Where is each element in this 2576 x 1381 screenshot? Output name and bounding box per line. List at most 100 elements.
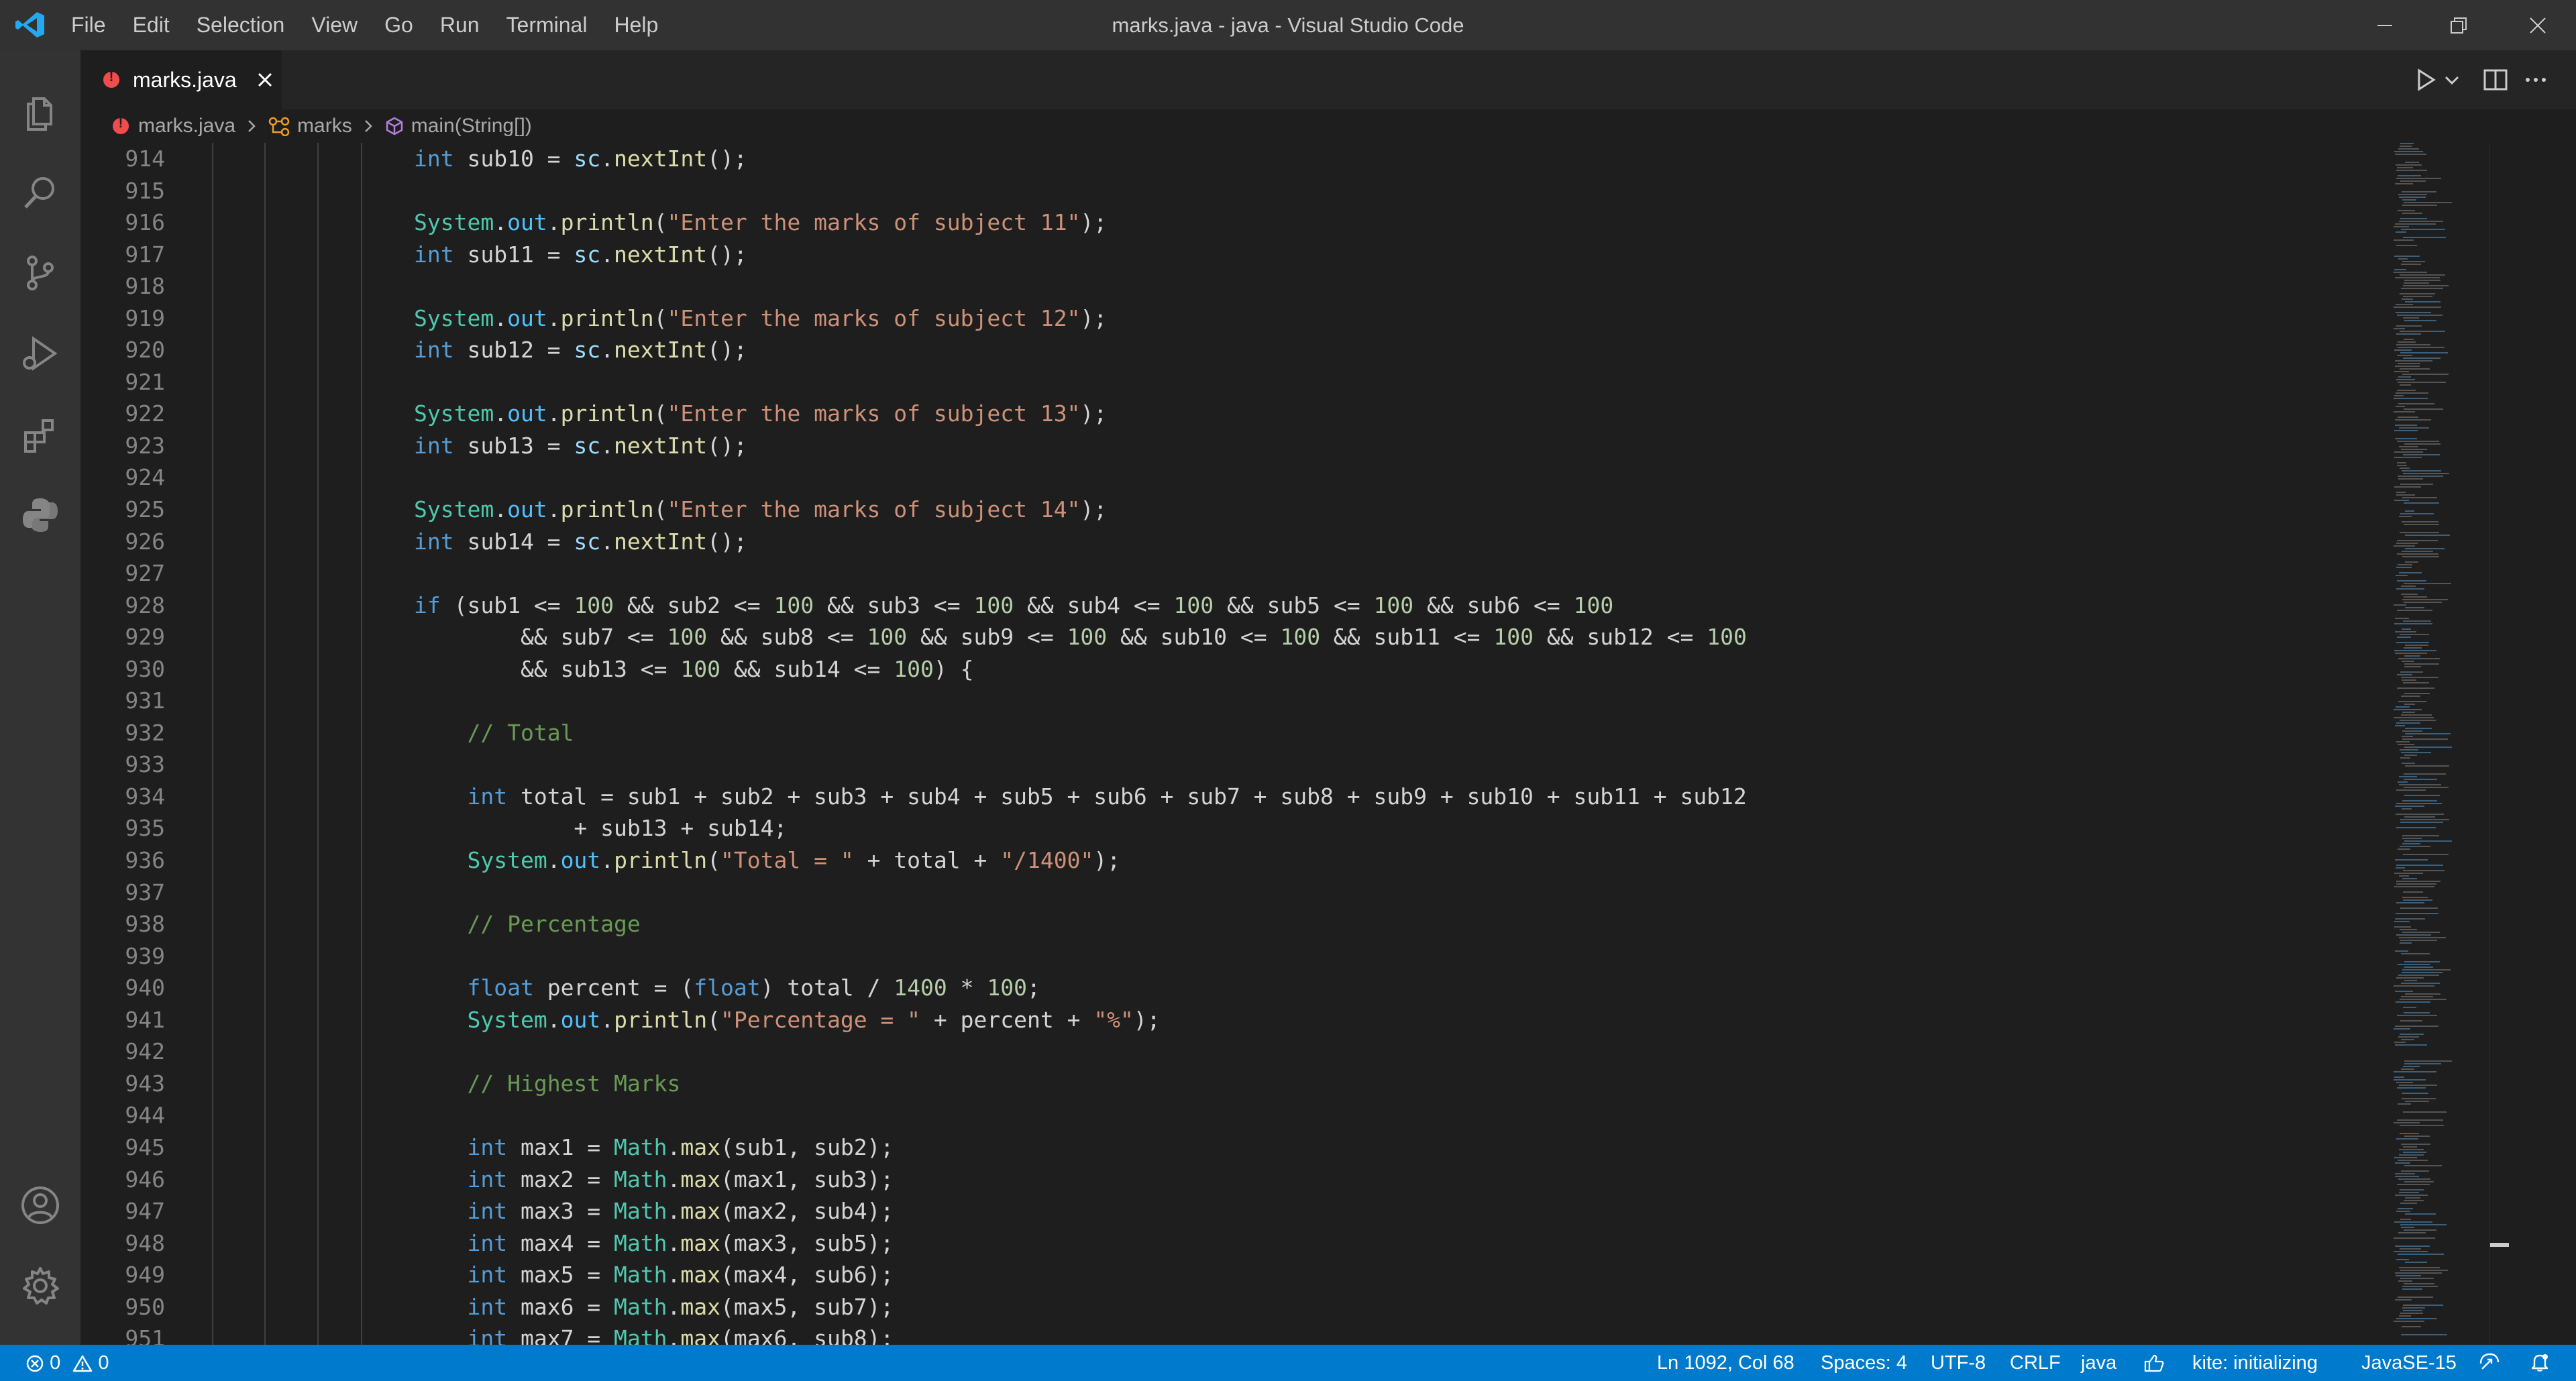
code-editor[interactable]: 914 int sub10 = sc.nextInt(); 915 916 System… bbox=[80, 143, 2469, 1345]
menu-file[interactable]: File bbox=[71, 0, 106, 50]
breadcrumb-class[interactable]: marks bbox=[268, 115, 352, 137]
split-editor-icon[interactable] bbox=[2478, 62, 2513, 97]
close-tab-icon[interactable] bbox=[253, 68, 277, 92]
code-line[interactable]: 932 // Total bbox=[80, 717, 2388, 749]
run-code-icon[interactable] bbox=[2408, 62, 2443, 97]
code-line[interactable]: 931 bbox=[80, 685, 2388, 717]
code-line[interactable]: 937 bbox=[80, 877, 2388, 909]
line-content[interactable]: && sub13 <= 100 && sub14 <= 100) { bbox=[414, 653, 974, 685]
line-number[interactable]: 917 bbox=[80, 239, 165, 271]
run-debug-icon[interactable] bbox=[19, 332, 62, 375]
line-number[interactable]: 935 bbox=[80, 812, 165, 844]
menu-view[interactable]: View bbox=[311, 0, 358, 50]
explorer-icon[interactable] bbox=[19, 91, 62, 133]
language-mode[interactable]: java bbox=[2081, 1345, 2116, 1381]
indentation-setting[interactable]: Spaces: 4 bbox=[1821, 1345, 1907, 1381]
code-line[interactable]: 920 int sub12 = sc.nextInt(); bbox=[80, 334, 2388, 366]
settings-gear-icon[interactable] bbox=[19, 1264, 62, 1307]
code-line[interactable]: 925 System.out.println("Enter the marks o… bbox=[80, 494, 2388, 526]
code-line[interactable]: 951 int max7 = Math.max(max6, sub8); bbox=[80, 1323, 2388, 1345]
vertical-scrollbar[interactable] bbox=[2489, 143, 2509, 1345]
line-number[interactable]: 929 bbox=[80, 621, 165, 653]
notifications-bell-icon[interactable] bbox=[2529, 1345, 2551, 1381]
line-content[interactable]: int max6 = Math.max(max5, sub7); bbox=[414, 1291, 894, 1323]
line-number[interactable]: 932 bbox=[80, 717, 165, 749]
code-line[interactable]: 942 bbox=[80, 1036, 2388, 1068]
line-number[interactable]: 931 bbox=[80, 685, 165, 717]
menu-selection[interactable]: Selection bbox=[197, 0, 285, 50]
line-number[interactable]: 945 bbox=[80, 1131, 165, 1164]
line-number[interactable]: 918 bbox=[80, 270, 165, 302]
line-number[interactable]: 947 bbox=[80, 1195, 165, 1227]
accounts-icon[interactable] bbox=[19, 1184, 62, 1227]
line-content[interactable]: // Highest Marks bbox=[414, 1068, 680, 1100]
line-content[interactable]: System.out.println("Enter the marks of s… bbox=[414, 302, 1107, 335]
line-number[interactable]: 925 bbox=[80, 494, 165, 526]
line-number[interactable]: 937 bbox=[80, 877, 165, 909]
code-line[interactable]: 947 int max3 = Math.max(max2, sub4); bbox=[80, 1195, 2388, 1227]
line-number[interactable]: 920 bbox=[80, 334, 165, 366]
line-number[interactable]: 938 bbox=[80, 908, 165, 940]
code-line[interactable]: 944 bbox=[80, 1099, 2388, 1131]
line-number[interactable]: 943 bbox=[80, 1068, 165, 1100]
line-number[interactable]: 923 bbox=[80, 430, 165, 462]
code-line[interactable]: 929 && sub7 <= 100 && sub8 <= 100 && sub… bbox=[80, 621, 2388, 653]
feedback-thumbs-icon[interactable] bbox=[2143, 1345, 2165, 1381]
line-content[interactable]: int sub13 = sc.nextInt(); bbox=[414, 430, 747, 462]
code-line[interactable]: 921 bbox=[80, 366, 2388, 398]
line-number[interactable]: 916 bbox=[80, 207, 165, 239]
source-control-icon[interactable] bbox=[19, 252, 62, 294]
line-content[interactable]: // Percentage bbox=[414, 908, 640, 940]
code-line[interactable]: 934 int total = sub1 + sub2 + sub3 + sub… bbox=[80, 781, 2388, 813]
line-number[interactable]: 928 bbox=[80, 590, 165, 622]
code-line[interactable]: 950 int max6 = Math.max(max5, sub7); bbox=[80, 1291, 2388, 1323]
line-number[interactable]: 930 bbox=[80, 653, 165, 685]
line-content[interactable]: int sub12 = sc.nextInt(); bbox=[414, 334, 747, 366]
code-line[interactable]: 916 System.out.println("Enter the marks o… bbox=[80, 207, 2388, 239]
extensions-icon[interactable] bbox=[19, 412, 62, 455]
line-content[interactable]: int max2 = Math.max(max1, sub3); bbox=[414, 1164, 894, 1196]
line-number[interactable]: 914 bbox=[80, 143, 165, 175]
line-content[interactable]: System.out.println("Percentage = " + per… bbox=[414, 1004, 1160, 1036]
line-content[interactable]: && sub7 <= 100 && sub8 <= 100 && sub9 <=… bbox=[414, 621, 1747, 653]
code-line[interactable]: 941 System.out.println("Percentage = " +… bbox=[80, 1004, 2388, 1036]
line-content[interactable]: int max3 = Math.max(max2, sub4); bbox=[414, 1195, 894, 1227]
code-line[interactable]: 933 bbox=[80, 749, 2388, 781]
line-content[interactable]: if (sub1 <= 100 && sub2 <= 100 && sub3 <… bbox=[414, 590, 1613, 622]
code-line[interactable]: 917 int sub11 = sc.nextInt(); bbox=[80, 239, 2388, 271]
line-number[interactable]: 924 bbox=[80, 461, 165, 494]
code-line[interactable]: 935 + sub13 + sub14; bbox=[80, 812, 2388, 844]
line-number[interactable]: 948 bbox=[80, 1227, 165, 1260]
line-number[interactable]: 942 bbox=[80, 1036, 165, 1068]
more-actions-icon[interactable] bbox=[2518, 62, 2553, 97]
line-content[interactable]: int total = sub1 + sub2 + sub3 + sub4 + … bbox=[414, 781, 1746, 813]
minimize-button[interactable] bbox=[2348, 0, 2422, 50]
restore-button[interactable] bbox=[2422, 0, 2496, 50]
code-line[interactable]: 918 bbox=[80, 270, 2388, 302]
close-window-button[interactable] bbox=[2501, 0, 2575, 50]
line-number[interactable]: 946 bbox=[80, 1164, 165, 1196]
kite-status[interactable]: kite: initializing bbox=[2192, 1345, 2318, 1381]
line-content[interactable]: System.out.println("Enter the marks of s… bbox=[414, 398, 1107, 430]
code-line[interactable]: 945 int max1 = Math.max(sub1, sub2); bbox=[80, 1131, 2388, 1164]
line-content[interactable]: System.out.println("Enter the marks of s… bbox=[414, 494, 1107, 526]
code-line[interactable]: 940 float percent = (float) total / 1400… bbox=[80, 972, 2388, 1004]
problems-indicator[interactable]: 0 0 bbox=[25, 1345, 109, 1381]
line-content[interactable]: int max5 = Math.max(max4, sub6); bbox=[414, 1259, 894, 1291]
line-content[interactable]: System.out.println("Enter the marks of s… bbox=[414, 207, 1107, 239]
minimap[interactable] bbox=[2388, 143, 2469, 1345]
code-line[interactable]: 936 System.out.println("Total = " + tota… bbox=[80, 844, 2388, 877]
run-dropdown-chevron-icon[interactable] bbox=[2442, 62, 2462, 97]
line-content[interactable]: int max7 = Math.max(max6, sub8); bbox=[414, 1323, 894, 1345]
menu-terminal[interactable]: Terminal bbox=[506, 0, 588, 50]
vscode-logo-icon[interactable] bbox=[15, 11, 46, 39]
line-content[interactable]: int sub14 = sc.nextInt(); bbox=[414, 526, 747, 558]
breadcrumb-file[interactable]: marks.java bbox=[113, 115, 235, 137]
search-icon[interactable] bbox=[19, 171, 62, 214]
code-line[interactable]: 923 int sub13 = sc.nextInt(); bbox=[80, 430, 2388, 462]
line-content[interactable]: System.out.println("Total = " + total + … bbox=[414, 844, 1120, 877]
line-number[interactable]: 926 bbox=[80, 526, 165, 558]
line-number[interactable]: 950 bbox=[80, 1291, 165, 1323]
code-line[interactable]: 914 int sub10 = sc.nextInt(); bbox=[80, 143, 2388, 175]
line-number[interactable]: 951 bbox=[80, 1323, 165, 1345]
